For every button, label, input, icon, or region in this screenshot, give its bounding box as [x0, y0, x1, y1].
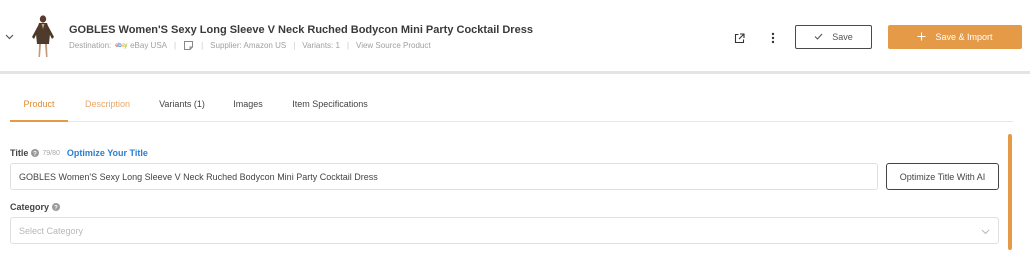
- divider: |: [293, 41, 296, 50]
- help-circle-icon[interactable]: ?: [52, 203, 61, 211]
- tab-product[interactable]: Product: [10, 92, 68, 122]
- ebay-logo-icon: ebay: [115, 42, 128, 49]
- tab-images[interactable]: Images: [226, 92, 270, 122]
- category-label: Category: [10, 202, 50, 212]
- product-meta: Destination: ebay eBay USA | | Supplier:…: [69, 40, 431, 51]
- product-title: GOBLES Women'S Sexy Long Sleeve V Neck R…: [69, 24, 533, 36]
- product-header: GOBLES Women'S Sexy Long Sleeve V Neck R…: [0, 0, 1030, 74]
- destination-value: eBay USA: [130, 41, 167, 50]
- category-placeholder: Select Category: [19, 225, 84, 236]
- supplier-info: Supplier: Amazon US: [210, 41, 287, 50]
- variants-info: Variants: 1: [302, 41, 340, 50]
- scrollbar[interactable]: [1008, 134, 1012, 250]
- title-label: Title: [10, 148, 29, 158]
- svg-text:?: ?: [34, 151, 38, 157]
- save-and-import-label: Save & Import: [935, 32, 993, 42]
- help-circle-icon[interactable]: ?: [31, 149, 40, 157]
- tab-item-specifications[interactable]: Item Specifications: [284, 92, 376, 122]
- chevron-down-icon[interactable]: [3, 29, 15, 45]
- product-thumbnail: [28, 14, 58, 58]
- svg-text:?: ?: [54, 205, 58, 211]
- save-button-label: Save: [832, 32, 853, 42]
- title-field-label-row: Title ? 79/80 Optimize Your Title: [10, 148, 148, 158]
- chevron-down-icon: [981, 227, 990, 236]
- tab-bar: Product Description Variants (1) Images …: [10, 92, 1013, 122]
- tab-variants[interactable]: Variants (1): [152, 92, 212, 122]
- divider: |: [174, 41, 177, 50]
- view-source-link[interactable]: View Source Product: [356, 41, 431, 50]
- more-vertical-icon[interactable]: [765, 30, 781, 46]
- tab-description[interactable]: Description: [76, 92, 139, 122]
- external-link-icon[interactable]: [731, 30, 747, 46]
- note-icon[interactable]: [183, 40, 194, 51]
- optimize-title-link[interactable]: Optimize Your Title: [67, 148, 148, 158]
- destination-label: Destination:: [69, 41, 112, 50]
- category-field-label-row: Category ?: [10, 202, 61, 212]
- divider: |: [346, 41, 350, 50]
- category-select[interactable]: Select Category: [10, 217, 999, 244]
- title-input[interactable]: GOBLES Women'S Sexy Long Sleeve V Neck R…: [10, 163, 878, 190]
- divider: |: [201, 41, 204, 50]
- optimize-title-ai-button[interactable]: Optimize Title With AI: [886, 163, 999, 190]
- save-button[interactable]: Save: [795, 25, 872, 49]
- title-char-count: 79/80: [42, 149, 60, 157]
- check-icon: [814, 32, 823, 42]
- save-and-import-button[interactable]: Save & Import: [888, 25, 1022, 49]
- plus-icon: [917, 32, 926, 43]
